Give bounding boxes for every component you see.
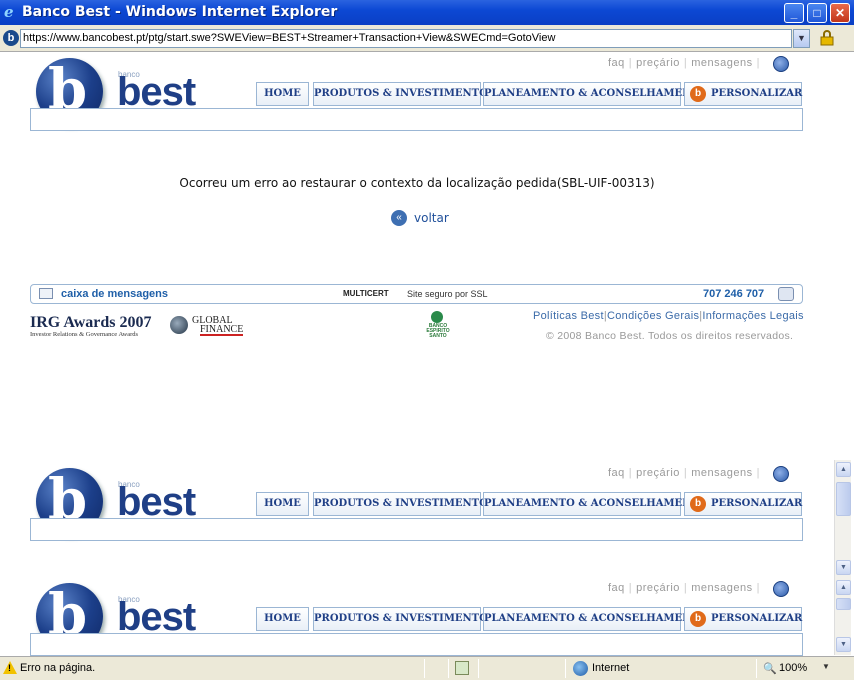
site-icon: b <box>3 30 19 46</box>
nav-personalizar[interactable]: b PERSONALIZAR <box>684 82 802 106</box>
globe-icon[interactable] <box>773 581 789 597</box>
faq-link[interactable]: faq <box>606 582 627 594</box>
sub-nav-bar <box>30 633 803 656</box>
condicoes-link[interactable]: Condições Gerais <box>607 310 699 322</box>
personalizar-icon: b <box>690 611 706 627</box>
url-dropdown-button[interactable]: ▼ <box>793 29 810 48</box>
back-arrow-icon[interactable]: « <box>391 210 407 226</box>
internet-zone-icon <box>573 661 588 676</box>
personalizar-icon: b <box>690 496 706 512</box>
page-content: b banco best faq | preçário | mensagens | HOM… <box>0 52 834 656</box>
scroll-thumb[interactable] <box>836 598 851 610</box>
ssl-text: Site seguro por SSL <box>407 289 488 299</box>
zoom-dropdown-icon[interactable]: ▼ <box>822 662 830 671</box>
mensagens-link[interactable]: mensagens <box>689 582 754 594</box>
politicas-link[interactable]: Políticas Best <box>533 310 604 322</box>
top-links: faq | preçário | mensagens | <box>606 582 760 594</box>
irg-awards-subtitle: Investor Relations & Governance Awards <box>30 331 139 338</box>
minimize-button[interactable]: _ <box>784 3 804 23</box>
lock-icon[interactable] <box>819 30 835 46</box>
nav-personalizar-label: PERSONALIZAR <box>711 498 803 509</box>
personalizar-icon: b <box>690 86 706 102</box>
zoom-icon[interactable]: 🔍 <box>763 662 777 675</box>
nav-home[interactable]: HOME <box>256 82 309 106</box>
sub-nav-bar <box>30 108 803 131</box>
ie-icon: e <box>4 3 14 21</box>
scroll-thumb[interactable] <box>836 482 851 516</box>
mensagens-link[interactable]: mensagens <box>689 57 754 69</box>
phone-icon <box>778 287 794 301</box>
scroll-up-icon[interactable]: ▲ <box>836 462 851 477</box>
title-bar: e Banco Best - Windows Internet Explorer… <box>0 0 854 25</box>
nav-home[interactable]: HOME <box>256 607 309 631</box>
nav-personalizar[interactable]: b PERSONALIZAR <box>684 492 802 516</box>
status-divider <box>448 659 449 678</box>
nav-produtos-investimentos[interactable]: PRODUTOS & INVESTIMENTOS <box>313 82 495 106</box>
top-links: faq | preçário | mensagens | <box>606 467 760 479</box>
address-bar: b https://www.bancobest.pt/ptg/start.swe… <box>0 25 854 52</box>
maximize-button[interactable]: □ <box>807 3 827 23</box>
globe-icon[interactable] <box>773 56 789 72</box>
precario-link[interactable]: preçário <box>634 582 682 594</box>
nav-personalizar-label: PERSONALIZAR <box>711 88 803 99</box>
globe-icon[interactable] <box>773 466 789 482</box>
faq-link[interactable]: faq <box>606 467 627 479</box>
voltar-link[interactable]: voltar <box>414 211 449 225</box>
phone-number: 707 246 707 <box>703 288 765 300</box>
mail-icon[interactable] <box>39 288 53 299</box>
close-button[interactable]: ✕ <box>830 3 850 23</box>
status-divider <box>478 659 479 678</box>
site-header-repeat: b banco best faq | preçário | mensagens | HOM… <box>0 462 834 542</box>
nav-produtos-investimentos[interactable]: PRODUTOS & INVESTIMENTOS <box>313 607 495 631</box>
frame-scrollbar[interactable]: ▲ ▼ ▲ ▼ <box>834 460 851 655</box>
global-finance-label-2: FINANCE <box>200 324 244 336</box>
status-divider <box>756 659 757 678</box>
informacoes-link[interactable]: Informações Legais <box>702 310 803 322</box>
copyright: © 2008 Banco Best. Todos os direitos res… <box>546 330 794 342</box>
nav-planeamento-aconselhamento[interactable]: PLANEAMENTO & ACONSELHAMENTO <box>483 492 707 516</box>
scroll-up-icon[interactable]: ▲ <box>836 580 851 595</box>
precario-link[interactable]: preçário <box>634 57 682 69</box>
site-header: b banco best faq | preçário | mensagens | HOM… <box>0 52 834 132</box>
top-links: faq | preçário | mensagens | <box>606 57 760 69</box>
status-divider <box>424 659 425 678</box>
scroll-down-icon[interactable]: ▼ <box>836 637 851 652</box>
faq-link[interactable]: faq <box>606 57 627 69</box>
status-divider <box>565 659 566 678</box>
scroll-down-icon[interactable]: ▼ <box>836 560 851 575</box>
legal-links: Políticas Best|Condições Gerais|Informaç… <box>533 310 804 322</box>
precario-link[interactable]: preçário <box>634 467 682 479</box>
mensagens-link[interactable]: mensagens <box>689 467 754 479</box>
footer-bar: caixa de mensagens MULTICERT Site seguro… <box>30 284 803 304</box>
warning-mark: ! <box>8 663 11 673</box>
zone-label: Internet <box>592 662 630 674</box>
nav-personalizar[interactable]: b PERSONALIZAR <box>684 607 802 631</box>
nav-planeamento-aconselhamento[interactable]: PLANEAMENTO & ACONSELHAMENTO <box>483 82 707 106</box>
irg-awards-logo[interactable]: IRG Awards 2007 <box>30 314 152 332</box>
error-message: Ocorreu um erro ao restaurar o contexto … <box>179 176 655 190</box>
window-title: Banco Best - Windows Internet Explorer <box>22 4 338 20</box>
bes-logo-icon <box>431 311 443 323</box>
multicert-logo: MULTICERT <box>343 289 389 298</box>
status-text[interactable]: Erro na página. <box>20 662 95 674</box>
zoom-level[interactable]: 100% <box>779 662 807 674</box>
nav-personalizar-label: PERSONALIZAR <box>711 613 803 624</box>
site-header-repeat: b banco best faq | preçário | mensagens | HOM… <box>0 577 834 656</box>
global-finance-globe-icon <box>170 316 188 334</box>
nav-produtos-investimentos[interactable]: PRODUTOS & INVESTIMENTOS <box>313 492 495 516</box>
nav-planeamento-aconselhamento[interactable]: PLANEAMENTO & ACONSELHAMENTO <box>483 607 707 631</box>
caixa-mensagens-link[interactable]: caixa de mensagens <box>61 288 168 300</box>
security-report-icon[interactable] <box>455 661 469 675</box>
status-bar: ! Erro na página. Internet 🔍 100% ▼ <box>0 656 854 680</box>
bes-logo-text: BANCO ESPIRITO SANTO <box>426 323 450 339</box>
sub-nav-bar <box>30 518 803 541</box>
url-input[interactable]: https://www.bancobest.pt/ptg/start.swe?S… <box>20 29 792 48</box>
nav-home[interactable]: HOME <box>256 492 309 516</box>
